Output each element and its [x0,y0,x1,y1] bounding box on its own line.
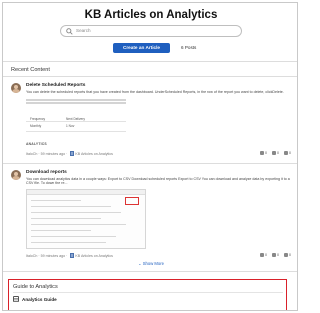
post-stats: 0 0 0 [260,253,291,257]
comment-icon[interactable] [284,253,288,257]
guide-item[interactable]: Analytics Guide [13,296,57,302]
posts-count: 6 Posts [181,45,197,50]
post-excerpt: You can download analytics data in a cou… [26,177,290,186]
table-header-row: Frequency Next Delivery [26,116,126,121]
views-count: 0 [265,151,267,155]
table-cell: 1 Nov [66,124,75,129]
document-icon [13,296,19,302]
show-more-link[interactable]: ⌄ Show More [3,261,297,266]
post-tag[interactable]: ANALYTICS [26,142,47,146]
kb-page: KB Articles on Analytics Search Create a… [2,2,298,311]
post-location-link[interactable]: KB Articles on Analytics [75,254,113,258]
post-title[interactable]: Download reports [26,170,67,175]
post-meta: ItaloCh · 59 minutes ago · KB Articles o… [26,253,113,258]
show-more-label: Show More [142,261,164,266]
likes-count: 0 [277,151,279,155]
eye-icon [260,151,264,155]
document-icon [70,151,75,156]
search-icon [66,28,73,35]
thumbs-up-icon[interactable] [272,253,276,257]
divider [3,61,297,62]
likes-count: 0 [277,253,279,257]
comment-icon[interactable] [284,151,288,155]
create-article-button[interactable]: Create an Article [113,43,170,53]
comments-count: 0 [289,151,291,155]
table-row: Monthly 1 Nov [26,124,126,129]
thumbs-up-icon[interactable] [272,151,276,155]
post-meta: ItaloCh · 59 minutes ago · KB Articles o… [26,151,113,156]
post-location-link[interactable]: KB Articles on Analytics [75,152,113,156]
divider [3,163,297,164]
avatar[interactable] [11,83,21,93]
article-screenshot-image [26,189,146,249]
content-divider [26,99,126,101]
guide-item-label[interactable]: Analytics Guide [22,297,57,302]
avatar[interactable] [11,170,21,180]
guide-title: Guide to Analytics [13,284,58,290]
search-input[interactable]: Search [60,25,242,37]
post-author-time: ItaloCh · 59 minutes ago · [26,151,69,156]
content-divider [26,102,126,104]
table-header: Frequency [30,116,46,121]
recent-content-title: Recent Content [11,67,50,73]
table-header: Next Delivery [66,116,85,121]
post-stats: 0 0 0 [260,151,291,155]
post-title[interactable]: Delete Scheduled Reports [26,83,85,88]
post-table: Frequency Next Delivery Monthly 1 Nov [26,116,126,132]
divider [3,271,297,272]
search-placeholder: Search [76,27,91,33]
document-icon [70,253,75,258]
post-excerpt: You can delete the scheduled reports tha… [26,90,284,94]
guide-widget: Guide to Analytics Analytics Guide [8,279,287,310]
table-cell: Monthly [30,124,42,129]
divider [3,76,297,77]
page-title: KB Articles on Analytics [84,9,218,21]
post-author-time: ItaloCh · 59 minutes ago · [26,253,69,258]
views-count: 0 [265,253,267,257]
eye-icon [260,253,264,257]
comments-count: 0 [289,253,291,257]
